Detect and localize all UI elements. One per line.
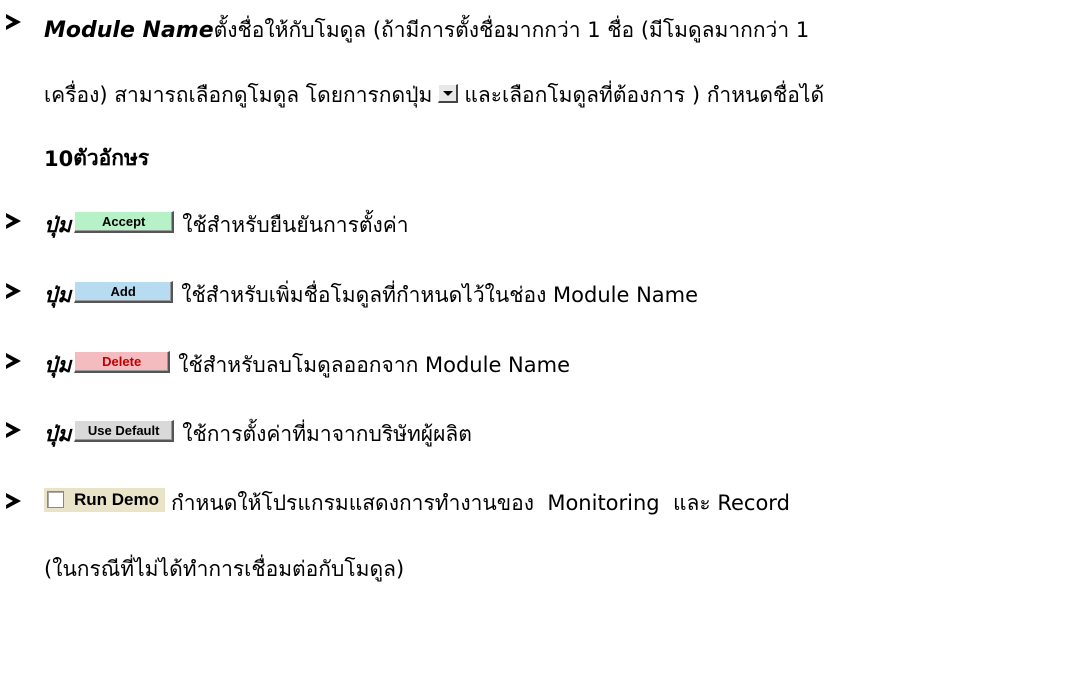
use-default-description: ใช้การตั้งค่าที่มาจากบริษัทผู้ผลิต [182, 422, 472, 446]
dropdown-arrow-icon[interactable] [438, 84, 459, 103]
item-module-name-line3: 10 ตัวอักษร [44, 142, 149, 175]
button-prefix: ปุ่ม [44, 422, 72, 446]
delete-description: ใช้สำหรับลบโมดูลออกจาก Module Name [178, 353, 570, 377]
run-demo-label: Run Demo [74, 489, 159, 509]
run-demo-checkbox[interactable]: Run Demo [44, 487, 165, 512]
run-demo-note: (ในกรณีที่ไม่ได้ทำการเชื่อมต่อกับโมดูล) [44, 557, 405, 581]
arrowhead-bullet-icon [6, 213, 21, 229]
item-run-demo-line2: (ในกรณีที่ไม่ได้ทำการเชื่อมต่อกับโมดูล) [44, 553, 404, 586]
arrowhead-bullet-icon [6, 14, 21, 30]
arrowhead-bullet-icon [6, 493, 21, 509]
term-module-name: Module Name [44, 18, 214, 43]
arrowhead-bullet-icon [6, 353, 21, 369]
delete-button[interactable]: Delete [74, 350, 171, 373]
item-add: ปุ่ม Add ใช้สำหรับเพิ่มชื่อโมดูลที่กำหนด… [0, 279, 698, 312]
button-prefix: ปุ่ม [44, 353, 72, 377]
button-prefix: ปุ่ม [44, 213, 72, 237]
item-delete: ปุ่ม Delete ใช้สำหรับลบโมดูลออกจาก Modul… [0, 349, 570, 382]
item-use-default: ปุ่ม Use Default ใช้การตั้งค่าที่มาจากบร… [0, 418, 472, 451]
item-accept: ปุ่ม Accept ใช้สำหรับยืนยันการตั้งค่า [0, 209, 409, 242]
item1-text-before-dropdown: เครื่อง) สามารถเลือกดูโมดูล โดยการกดปุ่ม [44, 83, 433, 107]
use-default-button[interactable]: Use Default [74, 419, 175, 442]
add-button[interactable]: Add [74, 280, 174, 303]
run-demo-description: กำหนดให้โปรแกรมแสดงการทำงานของ Monitorin… [171, 491, 790, 515]
button-prefix: ปุ่ม [44, 283, 72, 307]
item1-description: ตั้งชื่อให้กับโมดูล (ถ้ามีการตั้งชื่อมาก… [213, 18, 810, 42]
item-run-demo: Run Demo กำหนดให้โปรแกรมแสดงการทำงานของ … [0, 487, 790, 520]
accept-description: ใช้สำหรับยืนยันการตั้งค่า [182, 213, 409, 237]
checkbox-icon[interactable] [47, 491, 64, 508]
char-limit-unit: ตัวอักษร [73, 146, 150, 170]
add-description: ใช้สำหรับเพิ่มชื่อโมดูลที่กำหนดไว้ในช่อง… [181, 283, 699, 307]
arrowhead-bullet-icon [6, 283, 21, 299]
arrowhead-bullet-icon [6, 422, 21, 438]
item-module-name-line2: เครื่อง) สามารถเลือกดูโมดูล โดยการกดปุ่ม… [44, 79, 824, 112]
item-module-name-line1: Module Name ตั้งชื่อให้กับโมดูล (ถ้ามีกา… [0, 14, 809, 47]
char-limit-number: 10 [44, 146, 74, 171]
item1-text-after-dropdown: และเลือกโมดูลที่ต้องการ ) กำหนดชื่อได้ [464, 83, 825, 107]
accept-button[interactable]: Accept [74, 210, 175, 233]
